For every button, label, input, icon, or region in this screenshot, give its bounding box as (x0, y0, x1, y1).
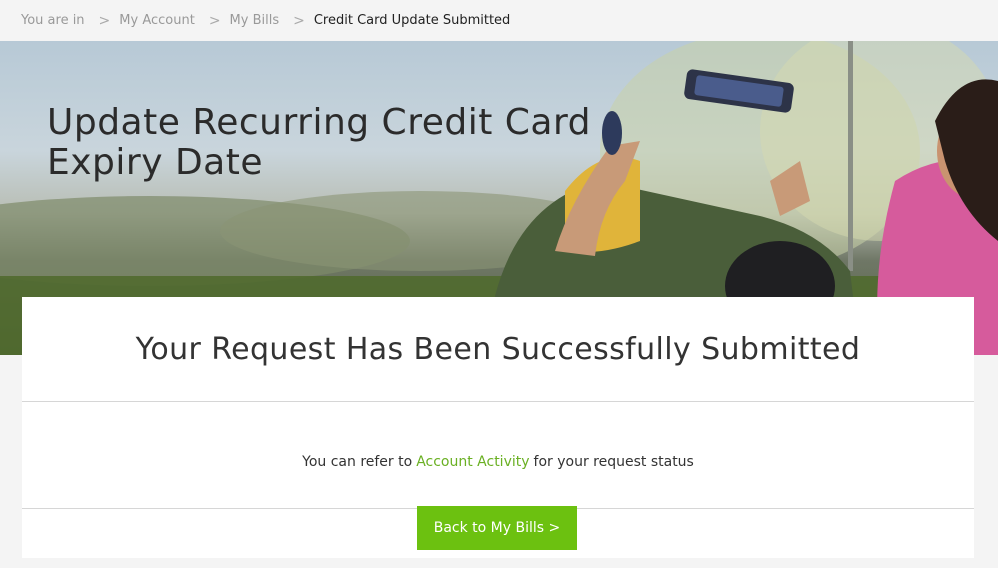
confirmation-card: Your Request Has Been Successfully Submi… (22, 297, 974, 558)
breadcrumb-current: Credit Card Update Submitted (313, 13, 511, 28)
message-text-before: You can refer to (302, 454, 413, 470)
page-title-line-2: Expiry Date (47, 142, 263, 183)
breadcrumb-prefix: You are in (21, 13, 85, 28)
confirmation-title: Your Request Has Been Successfully Submi… (22, 297, 974, 402)
page-title: Update Recurring Credit Card Expiry Date (47, 103, 607, 183)
account-activity-link[interactable]: Account Activity (416, 454, 529, 470)
breadcrumb-separator-icon: > (293, 12, 305, 29)
page-title-line-1: Update Recurring Credit Card (47, 102, 591, 143)
message-text-after: for your request status (533, 454, 694, 470)
breadcrumb: You are in > My Account > My Bills > Cre… (0, 0, 998, 41)
breadcrumb-link-my-account[interactable]: My Account (119, 13, 195, 28)
breadcrumb-link-my-bills[interactable]: My Bills (230, 13, 280, 28)
breadcrumb-separator-icon: > (98, 12, 111, 29)
back-to-my-bills-button[interactable]: Back to My Bills > (417, 506, 577, 550)
breadcrumb-separator-icon: > (208, 12, 221, 29)
confirmation-message: You can refer to Account Activity for yo… (22, 416, 974, 509)
